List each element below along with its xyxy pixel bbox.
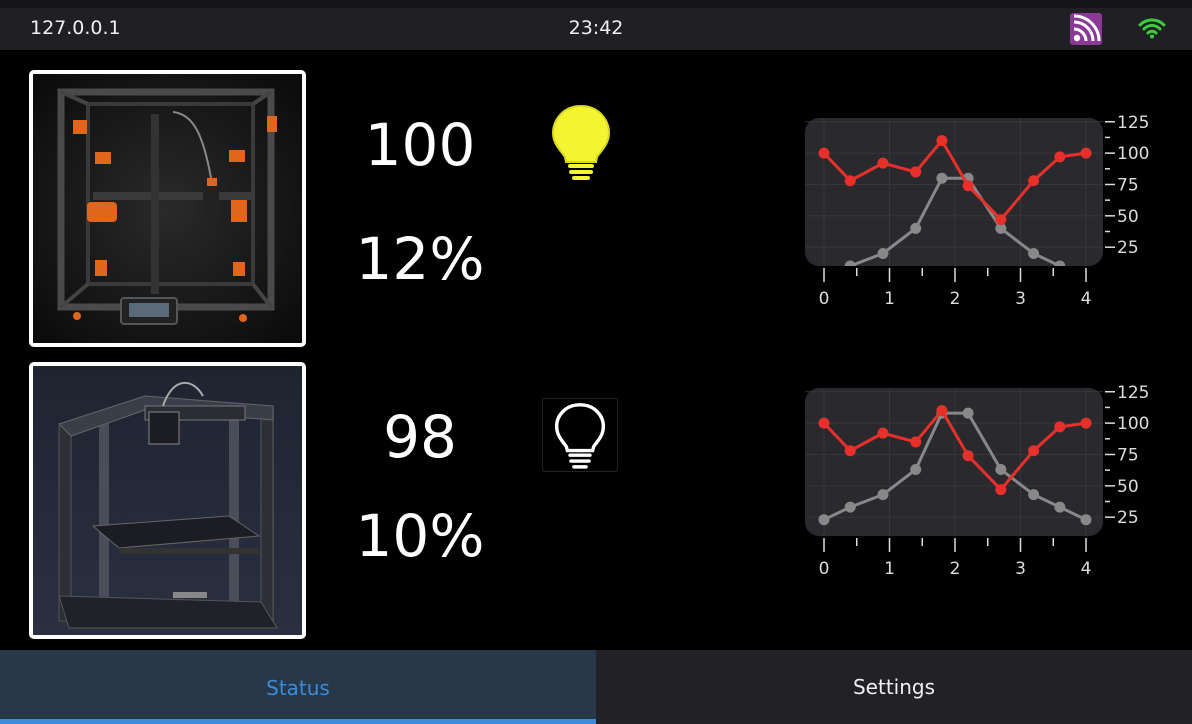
data-point <box>1028 445 1040 457</box>
data-point <box>936 405 948 417</box>
printer-temperature: 100 <box>364 111 476 179</box>
data-point <box>995 464 1007 476</box>
tab-status[interactable]: Status <box>0 650 596 724</box>
y-tick-label: 100 <box>1117 144 1149 164</box>
x-tick-label: 2 <box>950 289 961 309</box>
data-point <box>1028 175 1040 187</box>
data-point <box>1054 421 1066 433</box>
data-point <box>936 135 948 147</box>
data-point <box>844 175 856 187</box>
printer-progress: 10% <box>355 502 485 570</box>
data-point <box>1080 514 1092 526</box>
x-tick-label: 1 <box>884 289 895 309</box>
data-point <box>910 166 922 178</box>
clock: 23:42 <box>568 17 624 39</box>
x-tick-label: 0 <box>819 559 830 579</box>
status-bar: 127.0.0.1 23:42 <box>0 0 1192 50</box>
tab-bar: Status Settings <box>0 650 1192 724</box>
x-tick-label: 4 <box>1081 559 1092 579</box>
rfid-icon[interactable] <box>1070 13 1102 45</box>
data-point <box>844 445 856 457</box>
data-point <box>818 514 830 526</box>
x-tick-label: 3 <box>1015 559 1026 579</box>
data-point <box>962 407 974 419</box>
data-point <box>877 247 889 259</box>
data-point <box>910 464 922 476</box>
data-point <box>910 436 922 448</box>
chart-plot-area <box>805 388 1103 536</box>
data-point <box>962 450 974 462</box>
data-point <box>910 222 922 234</box>
voron-printer-image[interactable] <box>29 70 306 347</box>
printer-temperature: 98 <box>383 403 457 471</box>
y-tick-label: 100 <box>1117 414 1149 434</box>
printer-progress: 12% <box>355 225 485 293</box>
y-tick-label: 25 <box>1117 238 1139 258</box>
data-point <box>1054 260 1066 266</box>
data-point <box>995 484 1007 496</box>
lightbulb-off-icon[interactable] <box>542 398 618 472</box>
data-point <box>1054 151 1066 163</box>
printer-card-1: 100 12% 25 50 75 100 125 0 1 2 3 4 <box>0 70 1192 348</box>
data-point <box>844 260 856 266</box>
data-point <box>1028 247 1040 259</box>
data-point <box>877 489 889 501</box>
data-point <box>877 427 889 439</box>
y-tick-label: 50 <box>1117 207 1139 227</box>
data-point <box>1080 417 1092 429</box>
data-point <box>962 180 974 192</box>
temperature-chart-2: 25 50 75 100 125 0 1 2 3 4 <box>805 383 1149 579</box>
x-tick-label: 0 <box>819 289 830 309</box>
x-tick-label: 3 <box>1015 289 1026 309</box>
temperature-chart-1: 25 50 75 100 125 0 1 2 3 4 <box>805 113 1149 309</box>
data-point <box>818 417 830 429</box>
creality-printer-image[interactable] <box>29 362 306 639</box>
data-point <box>1080 147 1092 159</box>
data-point <box>1054 501 1066 513</box>
y-tick-label: 50 <box>1117 477 1139 497</box>
y-tick-label: 25 <box>1117 508 1139 528</box>
data-point <box>995 214 1007 226</box>
x-tick-label: 2 <box>950 559 961 579</box>
wifi-icon[interactable] <box>1138 17 1166 39</box>
ip-address: 127.0.0.1 <box>30 17 121 39</box>
x-tick-label: 1 <box>884 559 895 579</box>
data-point <box>844 501 856 513</box>
lightbulb-on-icon[interactable] <box>548 102 614 182</box>
y-tick-label: 125 <box>1117 113 1149 133</box>
y-tick-label: 125 <box>1117 383 1149 403</box>
printer-card-2: 98 10% 25 50 75 100 125 0 1 2 3 4 <box>0 362 1192 640</box>
chart-plot-area <box>805 118 1103 266</box>
data-point <box>877 157 889 169</box>
y-tick-label: 75 <box>1117 445 1139 465</box>
data-point <box>818 147 830 159</box>
x-tick-label: 4 <box>1081 289 1092 309</box>
data-point <box>1028 489 1040 501</box>
tab-settings[interactable]: Settings <box>596 650 1192 724</box>
data-point <box>936 172 948 184</box>
y-tick-label: 75 <box>1117 175 1139 195</box>
